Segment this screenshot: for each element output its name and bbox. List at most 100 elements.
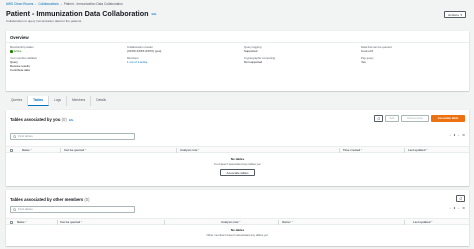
chevron-right-icon: › — [60, 2, 62, 7]
caret-down-icon: ▾ — [460, 12, 463, 17]
page-number[interactable]: 1 — [454, 133, 456, 138]
pay-query-value: Yes — [361, 59, 366, 64]
membership-status-value: Active — [10, 48, 37, 53]
refresh-icon — [459, 196, 462, 200]
data-queried-value: 0 out of 0 — [361, 48, 374, 53]
sort-icon: ▾ — [361, 149, 363, 152]
refresh-button[interactable] — [374, 115, 383, 122]
column-header-name[interactable]: Name ▾ — [17, 220, 27, 224]
sort-icon: ▾ — [85, 149, 87, 152]
column-divider — [339, 148, 340, 153]
sort-icon: ▾ — [291, 221, 293, 224]
column-header-can-be-queried[interactable]: Can be queried ▾ — [60, 220, 83, 224]
your-tables-info-link[interactable]: Info — [69, 119, 73, 122]
column-divider — [57, 220, 58, 225]
other-tables-search-placeholder: Find tables — [18, 206, 33, 211]
your-tables-actions: Edit Disassociate Associate table — [374, 115, 465, 122]
your-tables-search[interactable]: Find tables — [10, 133, 135, 140]
page-header: Patient - Immunization Data Collaboratio… — [6, 9, 157, 19]
page-title: Patient - Immunization Data Collaboratio… — [6, 9, 149, 18]
tab-members[interactable]: Members — [67, 96, 92, 106]
tab-queries[interactable]: Queries — [6, 96, 29, 106]
sort-icon: ▾ — [81, 221, 83, 224]
other-tables-actions — [456, 195, 465, 202]
your-tables-empty-state: No tables You haven't associated any tab… — [6, 157, 469, 176]
breadcrumb-item-aws-clean-rooms[interactable]: AWS Clean Rooms — [6, 2, 33, 7]
sort-icon: ▾ — [239, 221, 241, 224]
search-icon — [13, 208, 17, 212]
collaboration-creator-value: (XXXX-XXXX-XXXX) (you) — [127, 48, 162, 53]
overview-divider — [6, 42, 469, 43]
search-icon — [13, 135, 17, 139]
column-header-owner[interactable]: Owner ▾ — [282, 220, 293, 224]
column-divider — [278, 220, 279, 225]
gear-icon[interactable]: ⚙ — [462, 133, 465, 138]
empty-state-description: Other members haven't associated any tab… — [206, 232, 269, 237]
your-tables-heading: Tables associated by you (0) Info — [10, 117, 73, 123]
overview-heading: Overview — [10, 35, 29, 40]
member-ability-contribute-data: Contribute data — [10, 67, 30, 72]
column-divider — [404, 148, 405, 153]
column-header-name[interactable]: Name ▾ — [22, 148, 32, 152]
other-tables-empty-state: No tables Other members haven't associat… — [6, 228, 469, 237]
refresh-icon — [377, 116, 380, 120]
your-tables-panel: Tables associated by you (0) Info Edit D… — [6, 110, 469, 186]
info-link[interactable]: Info — [152, 13, 157, 16]
associate-table-button[interactable]: Associate table — [431, 115, 465, 122]
column-header-analysis-rule[interactable]: Analysis rule ▾ — [221, 220, 241, 224]
your-tables-pagination: ‹ 1 › ⚙ — [450, 133, 465, 138]
associate-tables-button[interactable]: Associate tables — [220, 168, 255, 176]
sort-icon: ▾ — [25, 221, 27, 224]
your-tables-search-placeholder: Find tables — [18, 133, 33, 138]
page-number[interactable]: 1 — [454, 206, 456, 211]
tab-bar: Queries Tables Logs Members Details — [6, 96, 111, 106]
your-tables-header-row: Name ▾ Can be queried ▾ Analysis rule ▾ Tim… — [6, 146, 469, 153]
column-header-last-updated[interactable]: Last updated ▾ — [408, 148, 428, 152]
tab-details[interactable]: Details — [91, 96, 111, 106]
tab-logs[interactable]: Logs — [49, 96, 67, 106]
sort-icon: ▾ — [198, 149, 200, 152]
your-tables-title: Tables associated by you — [10, 117, 61, 122]
breadcrumb: AWS Clean Rooms › Collaborations › Patie… — [6, 2, 123, 8]
gear-icon[interactable]: ⚙ — [462, 206, 465, 211]
other-tables-pagination: ‹ 1 › ⚙ — [450, 206, 465, 211]
column-header-analysis-rule[interactable]: Analysis rule ▾ — [180, 148, 200, 152]
other-tables-header-row: Name ▾ Can be queried ▾ Analysis rule ▾ Own… — [6, 218, 469, 225]
membership-status-text: Active — [13, 48, 22, 53]
success-icon — [10, 50, 13, 53]
refresh-button[interactable] — [456, 195, 465, 202]
breadcrumb-item-collaborations[interactable]: Collaborations — [38, 2, 58, 7]
disassociate-button[interactable]: Disassociate — [401, 115, 429, 122]
column-header-last-updated[interactable]: Last updated ▾ — [413, 220, 433, 224]
your-tables-count: (0) — [61, 117, 67, 122]
edit-button[interactable]: Edit — [385, 115, 399, 122]
sort-icon: ▾ — [30, 149, 32, 152]
overview-column-logging: Query logging Supported Cryptographic co… — [244, 45, 275, 68]
column-divider — [164, 220, 165, 225]
other-tables-search[interactable]: Find tables — [10, 206, 135, 213]
page-description: Collaboration to query immunization data… — [6, 19, 82, 23]
other-tables-heading: Tables associated by other members (0) — [10, 197, 90, 202]
next-page-icon[interactable]: › — [458, 206, 459, 211]
other-tables-count: (0) — [84, 197, 90, 202]
other-tables-panel: Tables associated by other members (0) F… — [6, 190, 469, 246]
members-link[interactable]: 1 out of 1 active — [127, 60, 161, 64]
sort-icon: ▾ — [431, 221, 433, 224]
prev-page-icon[interactable]: ‹ — [450, 133, 451, 138]
column-divider — [404, 220, 405, 225]
breadcrumb-item-current: Patient - Immunization Data Collaboratio… — [63, 2, 123, 7]
select-all-checkbox[interactable] — [10, 148, 14, 152]
overview-panel: Overview Membership status Active Your m… — [6, 31, 469, 91]
prev-page-icon[interactable]: ‹ — [450, 206, 451, 211]
column-header-time-created[interactable]: Time created ▾ — [343, 148, 363, 152]
empty-state-description: You haven't associated any tables yet. — [213, 161, 262, 166]
next-page-icon[interactable]: › — [458, 133, 459, 138]
overview-column-creator: Collaboration creator (XXXX-XXXX-XXXX) (… — [127, 45, 162, 68]
column-header-can-be-queried[interactable]: Can be queried ▾ — [64, 148, 87, 152]
tab-tables[interactable]: Tables — [28, 96, 50, 106]
select-all-checkbox[interactable] — [10, 220, 14, 224]
chevron-right-icon: › — [35, 2, 37, 7]
overview-column-membership: Membership status Active Your member abi… — [10, 45, 37, 76]
actions-button[interactable]: Actions ▾ — [444, 11, 466, 18]
overview-column-data: Data that can be queried 0 out of 0 Pay … — [361, 45, 392, 68]
